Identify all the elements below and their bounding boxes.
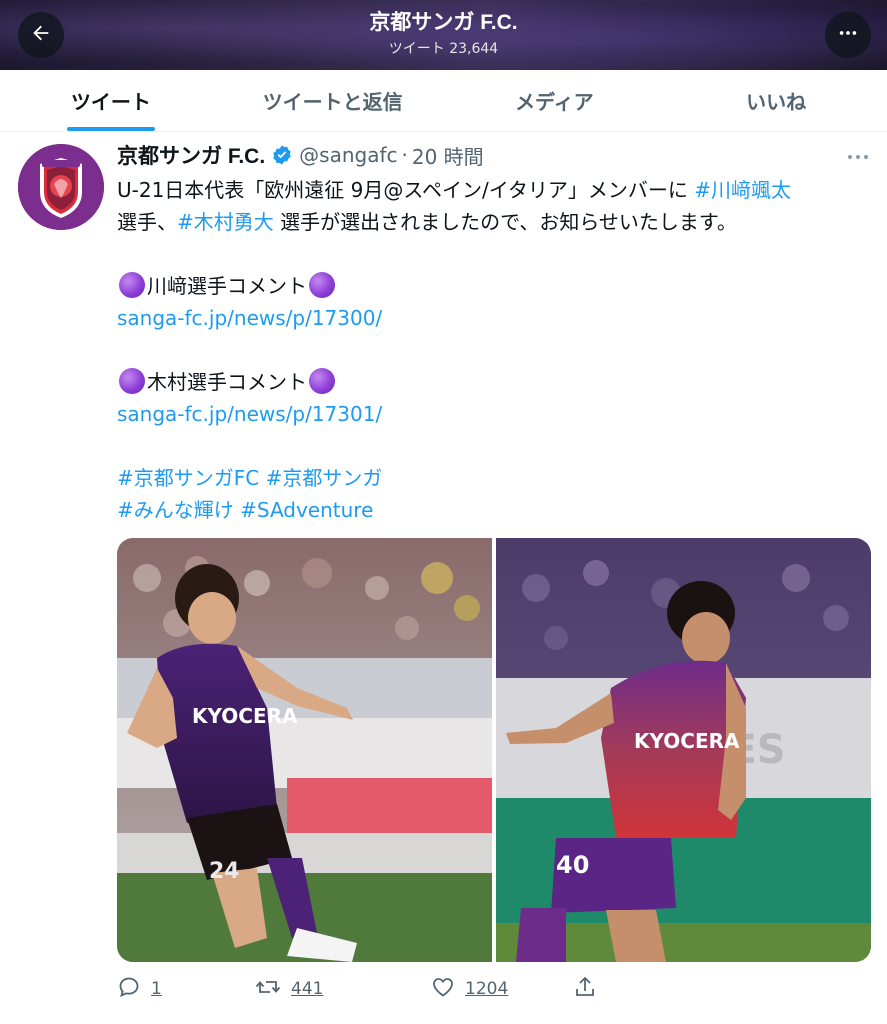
header-title: 京都サンガ F.C. [369, 11, 518, 34]
hashtag-link[interactable]: #SAdventure [240, 498, 373, 522]
reply-button[interactable]: 1 [117, 975, 255, 1004]
tweet-more-button[interactable] [847, 146, 869, 165]
hashtag-link[interactable]: #京都サンガ [266, 466, 383, 490]
shirt-sponsor-text: KYOCERA [634, 729, 740, 753]
hashtag-link[interactable]: #京都サンガFC [117, 466, 259, 490]
hashtag-link[interactable]: #川﨑颯太 [694, 178, 791, 202]
shirt-number: 40 [556, 851, 589, 879]
header-title-block: 京都サンガ F.C. ツイート 23,644 [0, 10, 887, 58]
player-photo-2[interactable]: NES KYOCERA 40 [496, 538, 871, 962]
tab-tweets-and-replies[interactable]: ツイートと返信 [222, 70, 444, 131]
tweet-media: KYOCERA 24 KYOCERA 40 [117, 538, 871, 962]
heart-icon [431, 975, 455, 1004]
tweet-text-segment: 選手が選出されましたので、お知らせいたします。 [273, 210, 737, 234]
hashtag-link[interactable]: #木村勇大 [177, 210, 274, 234]
tweet-header: 京都サンガ F.C. @sangafc · 20 時間 [117, 140, 484, 170]
more-horizontal-icon [837, 22, 859, 48]
tweet-text-segment: U-21日本代表「欧州遠征 9月@スペイン/イタリア」メンバーに [117, 178, 695, 202]
retweet-count[interactable]: 441 [291, 979, 323, 999]
like-count[interactable]: 1204 [465, 979, 508, 999]
tab-tweets[interactable]: ツイート [0, 70, 222, 131]
tweet-actions: 1 441 1204 [117, 974, 597, 1004]
profile-header: 京都サンガ F.C. ツイート 23,644 [0, 0, 887, 70]
tweet-text-segment: 選手、 [117, 210, 177, 234]
hashtag-link[interactable]: #みんな輝け [117, 498, 234, 522]
tab-likes[interactable]: いいね [665, 70, 887, 131]
shirt-sponsor-text: KYOCERA [192, 704, 298, 728]
like-button[interactable]: 1204 [431, 975, 573, 1004]
comment-heading: 川﨑選手コメント [147, 274, 307, 298]
sanga-crest-logo [18, 144, 104, 230]
verified-badge-icon [271, 144, 293, 166]
news-link[interactable]: sanga-fc.jp/news/p/17301/ [117, 402, 382, 426]
display-name[interactable]: 京都サンガ F.C. [117, 140, 265, 170]
tweet-count: ツイート 23,644 [388, 41, 499, 57]
player-photo-1[interactable]: KYOCERA 24 [117, 538, 492, 962]
purple-circle-emoji-icon [309, 272, 335, 298]
profile-tabs: ツイート ツイートと返信 メディア いいね [0, 70, 887, 132]
avatar[interactable] [18, 144, 104, 230]
purple-circle-emoji-icon [119, 272, 145, 298]
purple-circle-emoji-icon [119, 368, 145, 394]
news-link[interactable]: sanga-fc.jp/news/p/17300/ [117, 306, 382, 330]
reply-icon [117, 975, 141, 1004]
comment-heading: 木村選手コメント [147, 370, 307, 394]
shirt-number: 24 [209, 859, 240, 884]
more-horizontal-icon [847, 146, 869, 165]
share-icon [573, 975, 597, 1004]
more-options-button[interactable] [825, 12, 871, 58]
purple-circle-emoji-icon [309, 368, 335, 394]
tweet-text: U-21日本代表「欧州遠征 9月@スペイン/イタリア」メンバーに #川﨑颯太 選… [117, 174, 877, 526]
handle[interactable]: @sangafc [299, 143, 397, 167]
reply-count[interactable]: 1 [151, 979, 162, 999]
retweet-icon [255, 975, 281, 1004]
tab-media[interactable]: メディア [444, 70, 666, 131]
timestamp[interactable]: 20 時間 [412, 141, 484, 170]
share-button[interactable] [573, 975, 597, 1004]
separator-dot: · [401, 143, 408, 167]
retweet-button[interactable]: 441 [255, 975, 431, 1004]
